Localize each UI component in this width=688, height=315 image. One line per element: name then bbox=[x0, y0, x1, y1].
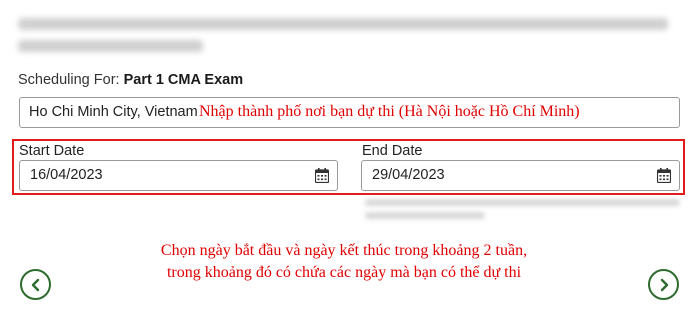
exam-name: Part 1 CMA Exam bbox=[123, 72, 244, 88]
scheduling-heading: Scheduling For: Part 1 CMA Exam bbox=[18, 72, 243, 88]
end-date-value: 29/04/2023 bbox=[372, 167, 445, 183]
calendar-icon[interactable] bbox=[315, 168, 329, 183]
blurred-intro-line-2 bbox=[18, 40, 203, 52]
instruction-line-2: trong khoảng đó có chứa các ngày mà bạn … bbox=[166, 264, 522, 281]
next-button[interactable] bbox=[648, 269, 679, 300]
date-instructions: Chọn ngày bắt đầu và ngày kết thúc trong… bbox=[0, 240, 688, 284]
location-value: Ho Chi Minh City, Vietnam bbox=[29, 104, 198, 120]
chevron-right-icon bbox=[660, 278, 668, 291]
blurred-intro-line-1 bbox=[18, 18, 668, 30]
calendar-icon[interactable] bbox=[657, 168, 671, 183]
blurred-helper-line-2 bbox=[365, 212, 485, 219]
chevron-left-icon bbox=[31, 278, 39, 291]
start-date-value: 16/04/2023 bbox=[30, 167, 103, 183]
scheduling-prefix: Scheduling For: bbox=[18, 72, 120, 88]
start-date-label: Start Date bbox=[19, 143, 85, 159]
location-annotation: Nhập thành phố nơi bạn dự thi (Hà Nội ho… bbox=[199, 103, 580, 120]
previous-button[interactable] bbox=[20, 269, 51, 300]
instruction-line-1: Chọn ngày bắt đầu và ngày kết thúc trong… bbox=[160, 242, 528, 259]
start-date-input[interactable]: 16/04/2023 bbox=[19, 160, 338, 191]
blurred-helper-line-1 bbox=[365, 199, 680, 206]
end-date-label: End Date bbox=[362, 143, 423, 159]
end-date-input[interactable]: 29/04/2023 bbox=[361, 160, 680, 191]
